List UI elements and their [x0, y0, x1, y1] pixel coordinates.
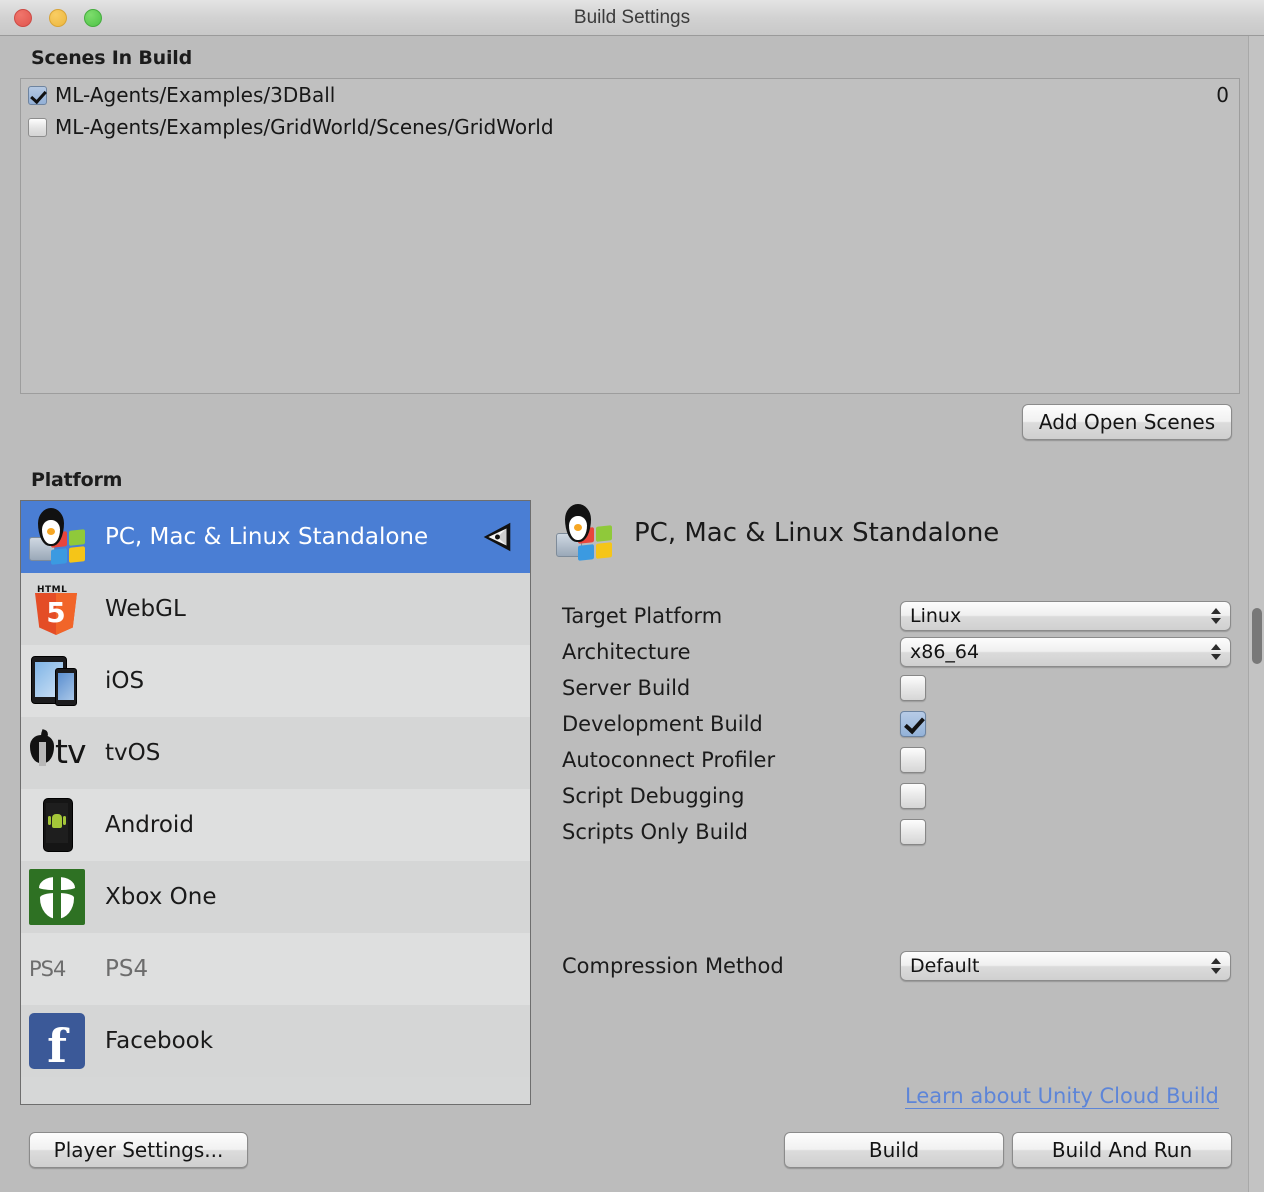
setting-label: Architecture [562, 640, 900, 664]
platform-item-android[interactable]: Android [21, 789, 530, 861]
setting-autoconnect-profiler: Autoconnect Profiler [562, 742, 1242, 778]
ios-icon [29, 653, 85, 709]
setting-compression-method: Compression Method Default [562, 948, 1242, 984]
chevron-updown-icon [1211, 606, 1221, 626]
chevron-updown-icon [1211, 956, 1221, 976]
setting-label: Development Build [562, 712, 900, 736]
player-settings-button[interactable]: Player Settings... [29, 1132, 248, 1168]
scene-name: ML-Agents/Examples/GridWorld/Scenes/Grid… [55, 115, 554, 139]
scrollbar-thumb[interactable] [1252, 608, 1262, 664]
setting-target-platform: Target Platform Linux [562, 598, 1242, 634]
android-icon [29, 797, 85, 853]
tvos-icon: tv [29, 725, 85, 781]
platform-item-tvos[interactable]: tv tvOS [21, 717, 530, 789]
setting-label: Server Build [562, 676, 900, 700]
platform-item-ios[interactable]: iOS [21, 645, 530, 717]
scene-index: 0 [1216, 83, 1229, 107]
xbox-icon [29, 869, 85, 925]
setting-label: Script Debugging [562, 784, 900, 808]
setting-label: Scripts Only Build [562, 820, 900, 844]
vertical-scrollbar[interactable] [1248, 36, 1264, 1192]
setting-architecture: Architecture x86_64 [562, 634, 1242, 670]
build-button[interactable]: Build [784, 1132, 1004, 1168]
setting-script-debugging: Script Debugging [562, 778, 1242, 814]
unity-logo-icon [478, 518, 516, 556]
scenes-list[interactable]: ML-Agents/Examples/3DBall 0 ML-Agents/Ex… [20, 78, 1240, 394]
platform-item-label: WebGL [105, 596, 186, 622]
settings-panel-header: PC, Mac & Linux Standalone [556, 505, 999, 561]
add-open-scenes-button[interactable]: Add Open Scenes [1022, 404, 1232, 440]
setting-label: Autoconnect Profiler [562, 748, 900, 772]
target-platform-dropdown[interactable]: Linux [900, 601, 1231, 631]
scripts-only-build-checkbox[interactable] [900, 819, 926, 845]
platform-item-label: tvOS [105, 740, 160, 766]
scene-row[interactable]: ML-Agents/Examples/3DBall 0 [21, 79, 1239, 111]
platform-item-label: PC, Mac & Linux Standalone [105, 524, 428, 550]
ps4-icon: PS4 [29, 941, 85, 997]
scene-row[interactable]: ML-Agents/Examples/GridWorld/Scenes/Grid… [21, 111, 1239, 143]
platform-item-label: Xbox One [105, 884, 216, 910]
script-debugging-checkbox[interactable] [900, 783, 926, 809]
architecture-dropdown[interactable]: x86_64 [900, 637, 1231, 667]
target-platform-value: Linux [910, 605, 961, 627]
platform-item-label: PS4 [105, 956, 148, 982]
chevron-updown-icon [1211, 642, 1221, 662]
facebook-icon: f [29, 1013, 85, 1069]
platform-item-facebook[interactable]: f Facebook [21, 1005, 530, 1077]
compression-method-value: Default [910, 955, 979, 977]
scene-name: ML-Agents/Examples/3DBall [55, 83, 335, 107]
setting-label: Target Platform [562, 604, 900, 628]
platform-item-label: Android [105, 812, 194, 838]
scenes-in-build-heading: Scenes In Build [31, 47, 192, 69]
build-and-run-button[interactable]: Build And Run [1012, 1132, 1232, 1168]
server-build-checkbox[interactable] [900, 675, 926, 701]
html5-icon: HTML 5 [29, 581, 85, 637]
architecture-value: x86_64 [910, 641, 979, 663]
settings-panel-title: PC, Mac & Linux Standalone [634, 518, 999, 548]
scene-checkbox[interactable] [28, 118, 47, 137]
platform-item-label: iOS [105, 668, 144, 694]
platform-item-xbox-one[interactable]: Xbox One [21, 861, 530, 933]
pcmac-icon [556, 505, 612, 561]
platform-heading: Platform [31, 469, 122, 491]
window-title: Build Settings [0, 0, 1264, 35]
scene-checkbox[interactable] [28, 86, 47, 105]
pcmac-icon [29, 509, 85, 565]
development-build-checkbox[interactable] [900, 711, 926, 737]
platform-item-pc-mac-linux-standalone[interactable]: PC, Mac & Linux Standalone [21, 501, 530, 573]
build-settings-window: Build Settings Scenes In Build ML-Agents… [0, 0, 1264, 1192]
unity-cloud-build-link[interactable]: Learn about Unity Cloud Build [905, 1084, 1219, 1109]
setting-label: Compression Method [562, 954, 900, 978]
title-bar: Build Settings [0, 0, 1264, 36]
platform-item-ps4[interactable]: PS4 PS4 [21, 933, 530, 1005]
autoconnect-profiler-checkbox[interactable] [900, 747, 926, 773]
platform-item-label: Facebook [105, 1028, 213, 1054]
compression-method-dropdown[interactable]: Default [900, 951, 1231, 981]
setting-development-build: Development Build [562, 706, 1242, 742]
platform-list[interactable]: PC, Mac & Linux Standalone HTML 5 WebGL [20, 500, 531, 1105]
setting-scripts-only-build: Scripts Only Build [562, 814, 1242, 850]
platform-item-webgl[interactable]: HTML 5 WebGL [21, 573, 530, 645]
setting-server-build: Server Build [562, 670, 1242, 706]
